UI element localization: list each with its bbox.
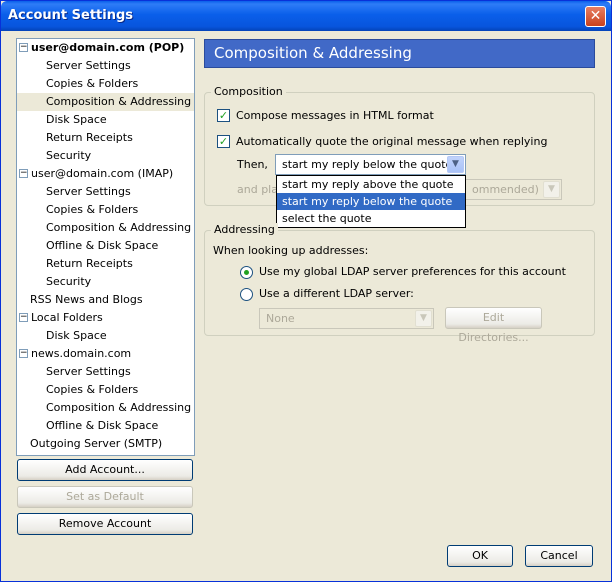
- chevron-down-icon[interactable]: ▼: [415, 310, 432, 327]
- composition-group-label: Composition: [211, 85, 286, 98]
- signature-placement-select[interactable]: ommended) ▼: [465, 179, 562, 200]
- close-icon[interactable]: ✕: [585, 6, 606, 27]
- account-tree[interactable]: − user@domain.com (POP) Server Settings Cop…: [16, 38, 195, 456]
- collapse-icon[interactable]: −: [19, 169, 28, 178]
- tree-item-label: RSS News and Blogs: [30, 293, 143, 306]
- edit-directories-button[interactable]: Edit Directories...: [445, 307, 542, 344]
- tree-item-label: news.domain.com: [31, 347, 132, 360]
- auto-quote-checkbox[interactable]: ✓: [217, 135, 230, 148]
- page-title: Composition & Addressing: [204, 39, 595, 68]
- use-global-ldap-radio[interactable]: [240, 266, 253, 279]
- use-different-ldap-label[interactable]: Use a different LDAP server:: [259, 287, 414, 300]
- add-account-label: Add Account...: [65, 463, 145, 476]
- chevron-down-icon[interactable]: ▼: [447, 156, 464, 173]
- window-title: Account Settings: [8, 8, 134, 23]
- tree-item-label: Server Settings: [46, 59, 131, 72]
- use-different-ldap-radio[interactable]: [240, 288, 253, 301]
- tree-item-label: Server Settings: [46, 185, 131, 198]
- then-label: Then,: [237, 158, 268, 171]
- tree-item-label: Copies & Folders: [46, 203, 139, 216]
- use-global-ldap-label[interactable]: Use my global LDAP server preferences fo…: [259, 265, 566, 278]
- html-format-checkbox[interactable]: ✓: [217, 109, 230, 122]
- account-settings-window: Account Settings ✕ − user@domain.com (POP…: [0, 0, 612, 582]
- addressing-group-label: Addressing: [211, 223, 278, 236]
- tree-item-label: Composition & Addressing: [46, 401, 192, 414]
- tree-item-label: Disk Space: [46, 113, 107, 126]
- html-format-label[interactable]: Compose messages in HTML format: [236, 109, 434, 122]
- tree-item-label: Outgoing Server (SMTP): [30, 437, 163, 450]
- tree-item-label: user@domain.com (IMAP): [31, 167, 174, 180]
- cancel-label: Cancel: [540, 549, 578, 562]
- tree-item-label: Return Receipts: [46, 257, 133, 270]
- collapse-icon[interactable]: −: [19, 313, 28, 322]
- add-account-button[interactable]: Add Account...: [17, 459, 193, 481]
- ok-button[interactable]: OK: [447, 545, 513, 567]
- tree-item-label: Copies & Folders: [46, 383, 139, 396]
- tree-item-label: Offline & Disk Space: [46, 419, 159, 432]
- tree-item-label: Security: [46, 275, 92, 288]
- tree-item-label: Composition & Addressing: [46, 221, 192, 234]
- ok-label: OK: [472, 549, 488, 562]
- ldap-server-value: None: [266, 312, 295, 325]
- signature-placement-value: ommended): [472, 183, 539, 196]
- remove-account-label: Remove Account: [58, 517, 152, 530]
- tree-item-label: Composition & Addressing: [46, 95, 192, 108]
- tree-item-label: Offline & Disk Space: [46, 239, 159, 252]
- quote-position-dropdown[interactable]: start my reply above the quote start my …: [276, 175, 466, 228]
- tree-item-label: Local Folders: [31, 311, 103, 324]
- tree-item-label: Copies & Folders: [46, 77, 139, 90]
- quote-position-select[interactable]: start my reply below the quote ▼: [275, 154, 466, 175]
- tree-item-label: Return Receipts: [46, 131, 133, 144]
- collapse-icon[interactable]: −: [19, 349, 28, 358]
- tree-item-label: Server Settings: [46, 365, 131, 378]
- tree-item[interactable]: Composition & Addressing: [17, 93, 194, 111]
- lookup-label: When looking up addresses:: [213, 244, 369, 257]
- ldap-server-select[interactable]: None ▼: [259, 308, 434, 329]
- tree-item-label: Security: [46, 149, 92, 162]
- tree-item-label: Disk Space: [46, 329, 107, 342]
- dropdown-option-select[interactable]: select the quote: [277, 210, 465, 227]
- collapse-icon[interactable]: −: [19, 43, 28, 52]
- cancel-button[interactable]: Cancel: [525, 545, 593, 567]
- title-bar[interactable]: Account Settings ✕: [1, 1, 611, 31]
- dropdown-option-above[interactable]: start my reply above the quote: [277, 176, 465, 193]
- dropdown-option-below[interactable]: start my reply below the quote: [277, 193, 465, 210]
- set-as-default-label: Set as Default: [66, 490, 144, 503]
- tree-item-label: user@domain.com (POP): [31, 41, 185, 54]
- auto-quote-label[interactable]: Automatically quote the original message…: [236, 135, 547, 148]
- set-as-default-button[interactable]: Set as Default: [17, 486, 193, 508]
- remove-account-button[interactable]: Remove Account: [17, 513, 193, 535]
- quote-position-value: start my reply below the quote: [282, 158, 453, 171]
- chevron-down-icon[interactable]: ▼: [543, 181, 560, 198]
- edit-directories-label: Edit Directories...: [458, 311, 529, 344]
- signature-placement-label: and pla: [237, 183, 278, 196]
